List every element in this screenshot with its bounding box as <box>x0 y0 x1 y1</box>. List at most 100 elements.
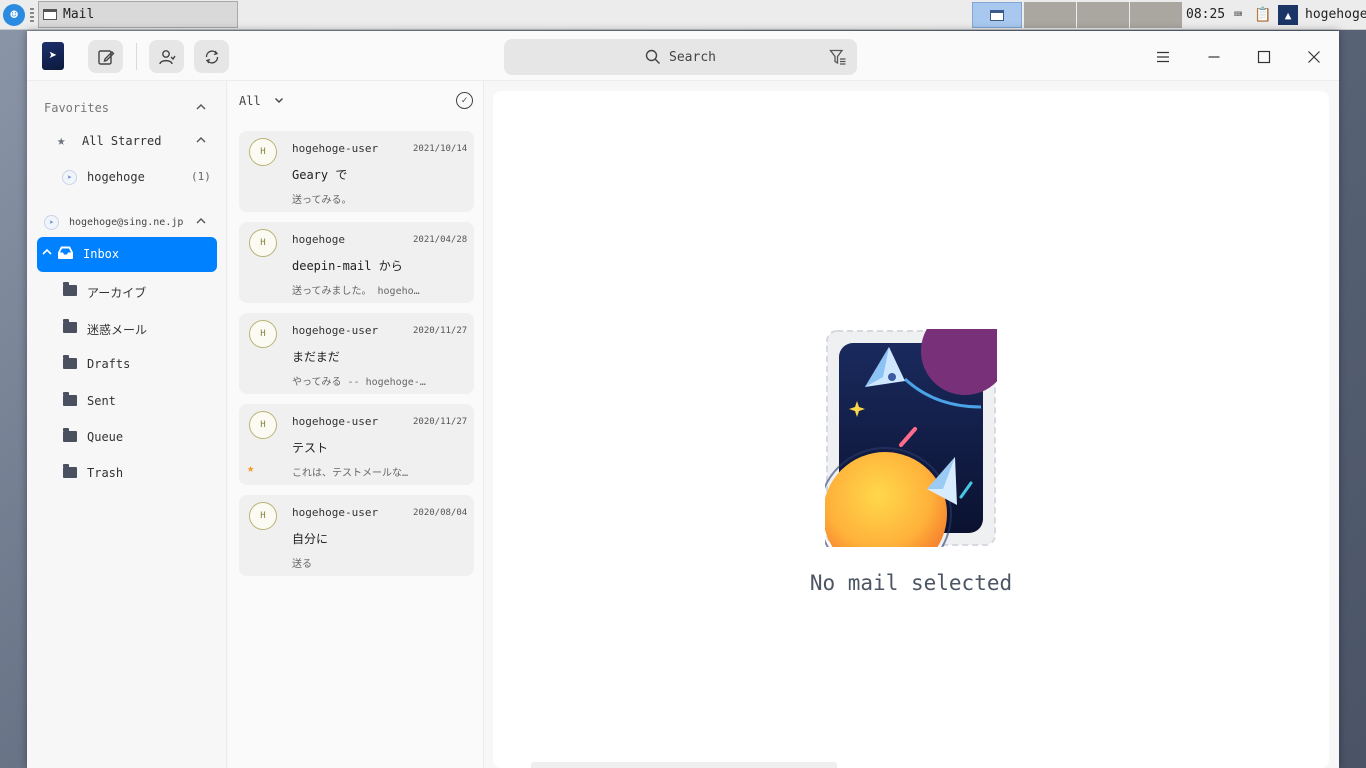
folder-icon <box>63 392 77 406</box>
star-icon[interactable]: ★ <box>247 461 254 475</box>
search-icon <box>645 49 661 64</box>
account-label: hogehoge@sing.ne.jp <box>69 216 184 228</box>
paper-plane-icon: ➤ <box>44 215 59 230</box>
message-sender: hogehoge-user <box>292 415 379 428</box>
chevron-up-icon[interactable] <box>41 246 53 258</box>
titlebar: ➤ Search <box>27 31 1339 81</box>
message-detail-pane: No mail selected <box>493 91 1329 768</box>
menu-button[interactable] <box>1151 45 1175 69</box>
sidebar-item-all-starred[interactable]: ★ All Starred <box>27 124 227 158</box>
workspace-3[interactable] <box>1077 2 1129 28</box>
message-card[interactable]: H hogehoge-user 2020/11/27 テスト ★ これは、テスト… <box>239 404 474 485</box>
select-mode-icon[interactable]: ✓ <box>456 92 473 109</box>
message-subject: deepin-mail から <box>292 259 403 273</box>
message-card[interactable]: H hogehoge-user 2020/11/27 まだまだ やってみる --… <box>239 313 474 394</box>
unread-count: (1) <box>191 170 211 183</box>
workspace-4[interactable] <box>1130 2 1182 28</box>
folder-icon <box>63 428 77 442</box>
sidebar-item-trash[interactable]: Trash <box>27 456 227 490</box>
close-icon <box>1308 51 1320 63</box>
empty-state-text: No mail selected <box>809 571 1013 595</box>
message-preview: 送ってみました。 hogeho… <box>292 286 420 297</box>
minimize-button[interactable] <box>1202 45 1226 69</box>
message-card[interactable]: H hogehoge-user 2020/08/04 自分に 送る <box>239 495 474 576</box>
clipboard-icon[interactable]: 📋 <box>1253 5 1273 25</box>
compose-icon <box>97 49 114 65</box>
maximize-icon <box>1257 50 1271 64</box>
start-menu-icon[interactable]: ☻ <box>3 4 25 26</box>
sidebar-item-archive[interactable]: アーカイブ <box>27 274 227 308</box>
mail-tray-icon[interactable]: ▲ <box>1278 5 1298 25</box>
taskbar-task-title: Mail <box>63 7 95 22</box>
message-preview: 送ってみる。 <box>292 195 352 206</box>
message-card[interactable]: H hogehoge-user 2021/10/14 Geary で 送ってみる… <box>239 131 474 212</box>
avatar: H <box>249 411 277 439</box>
filter-label: All <box>239 94 261 108</box>
message-sender: hogehoge <box>292 233 345 246</box>
message-date: 2020/08/04 <box>413 508 468 518</box>
inbox-label: Inbox <box>83 247 120 261</box>
chevron-up-icon[interactable] <box>195 134 207 146</box>
message-preview: これは、テストメールな… <box>292 468 409 479</box>
sidebar-item-spam[interactable]: 迷惑メール <box>27 311 227 345</box>
mail-window: ➤ Search Favorites ★ All Starred ➤ hogeh… <box>27 31 1339 768</box>
filter-dropdown[interactable]: All <box>239 94 284 108</box>
search-field[interactable]: Search <box>504 39 857 75</box>
bottom-shadow <box>531 762 837 768</box>
message-subject: 自分に <box>292 532 329 546</box>
chevron-up-icon[interactable] <box>195 215 207 227</box>
search-placeholder: Search <box>669 49 716 65</box>
folder-icon <box>63 282 77 296</box>
folder-label: Queue <box>87 430 124 444</box>
message-preview: やってみる -- hogehoge-… <box>292 377 426 388</box>
paper-plane-icon: ➤ <box>62 170 77 185</box>
sidebar-item-drafts[interactable]: Drafts <box>27 347 227 381</box>
compose-button[interactable] <box>88 40 123 73</box>
favorites-label: Favorites <box>44 101 110 115</box>
message-date: 2021/10/14 <box>413 144 468 154</box>
folder-label: Sent <box>87 394 116 408</box>
avatar: H <box>249 320 277 348</box>
stamp-illustration <box>825 329 997 547</box>
folder-icon <box>63 464 77 478</box>
sidebar: Favorites ★ All Starred ➤ hogehoge (1) ➤… <box>27 81 227 768</box>
contacts-button[interactable] <box>149 40 184 73</box>
maximize-button[interactable] <box>1252 45 1276 69</box>
hamburger-icon <box>1157 51 1169 63</box>
refresh-icon <box>205 49 218 64</box>
star-icon: ★ <box>57 133 66 149</box>
folder-label: 迷惑メール <box>87 323 148 337</box>
contacts-icon <box>158 49 176 64</box>
close-button[interactable] <box>1302 45 1326 69</box>
folder-label: Trash <box>87 466 124 480</box>
keyboard-icon[interactable]: ⌨ <box>1228 5 1248 25</box>
taskbar-grip[interactable] <box>30 8 34 22</box>
avatar: H <box>249 229 277 257</box>
sidebar-item-sent[interactable]: Sent <box>27 384 227 418</box>
clock[interactable]: 08:25 <box>1186 7 1225 22</box>
list-header: All ✓ <box>228 81 484 121</box>
folder-label: アーカイブ <box>87 286 147 300</box>
sidebar-item-hogehoge[interactable]: ➤ hogehoge (1) <box>27 160 227 194</box>
message-date: 2020/11/27 <box>413 417 468 427</box>
workspace-1[interactable] <box>972 2 1022 28</box>
message-date: 2021/04/28 <box>413 235 468 245</box>
message-card[interactable]: H hogehoge 2021/04/28 deepin-mail から 送って… <box>239 222 474 303</box>
filter-icon[interactable] <box>829 48 847 66</box>
workspace-2[interactable] <box>1024 2 1076 28</box>
refresh-button[interactable] <box>194 40 229 73</box>
chevron-down-icon <box>274 98 283 103</box>
sidebar-account-header[interactable]: ➤ hogehoge@sing.ne.jp <box>27 205 227 239</box>
user-name[interactable]: hogehoge <box>1305 7 1366 22</box>
folder-label: Drafts <box>87 357 131 371</box>
folder-icon <box>63 319 77 333</box>
sidebar-item-queue[interactable]: Queue <box>27 420 227 454</box>
taskbar-task-mail[interactable]: Mail <box>38 1 238 28</box>
message-date: 2020/11/27 <box>413 326 468 336</box>
sidebar-item-inbox[interactable]: Inbox <box>37 237 217 272</box>
avatar: H <box>249 502 277 530</box>
workspace-window-icon <box>990 9 1004 21</box>
sidebar-favorites-header[interactable]: Favorites <box>27 91 227 125</box>
chevron-up-icon[interactable] <box>195 101 207 113</box>
message-subject: Geary で <box>292 168 348 182</box>
